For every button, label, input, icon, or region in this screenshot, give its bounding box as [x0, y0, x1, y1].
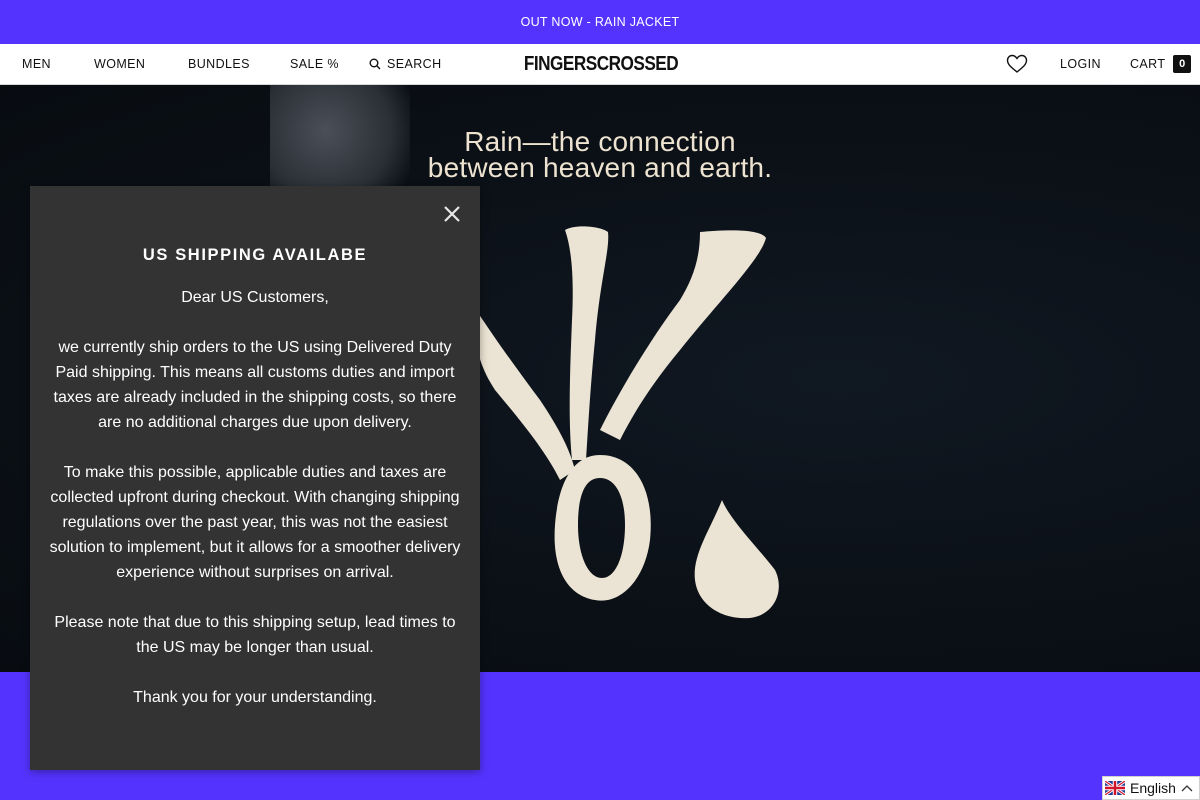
main-navigation: MEN WOMEN BUNDLES SALE % SEARCH FINGERSC… [0, 44, 1200, 85]
cart-button[interactable]: CART 0 [1130, 44, 1192, 84]
rain-glyph-artwork [470, 226, 779, 619]
nav-women[interactable]: WOMEN [94, 44, 145, 84]
nav-sale[interactable]: SALE % [290, 44, 339, 84]
heart-icon[interactable] [1006, 54, 1028, 74]
cart-count-badge: 0 [1173, 55, 1192, 73]
language-selector[interactable]: English [1102, 776, 1200, 800]
modal-title: US SHIPPING AVAILABE [142, 246, 368, 264]
announcement-text[interactable]: OUT NOW - RAIN JACKET [521, 15, 680, 29]
brand-logo[interactable]: FINGERSCROSSED [524, 44, 679, 84]
modal-paragraph-3: Please note that due to this shipping se… [54, 614, 456, 656]
search-label: SEARCH [387, 57, 442, 71]
search-button[interactable]: SEARCH [369, 44, 442, 84]
close-icon[interactable] [442, 204, 462, 224]
shipping-info-modal: US SHIPPING AVAILABE Dear US Customers, … [30, 186, 480, 770]
nav-bundles[interactable]: BUNDLES [188, 44, 250, 84]
cart-label: CART [1130, 57, 1166, 71]
hero-headline: Rain—the connection between heaven and e… [380, 128, 820, 183]
modal-paragraph-1: we currently ship orders to the US using… [53, 339, 457, 431]
nav-men[interactable]: MEN [22, 44, 51, 84]
modal-paragraph-2: To make this possible, applicable duties… [49, 464, 461, 581]
hero-headline-line2: between heaven and earth. [427, 152, 773, 183]
search-icon [369, 58, 381, 70]
uk-flag-icon [1105, 781, 1125, 795]
modal-closing: Thank you for your understanding. [133, 689, 377, 706]
modal-greeting: Dear US Customers, [181, 289, 329, 306]
login-link[interactable]: LOGIN [1060, 44, 1101, 84]
announcement-bar[interactable]: OUT NOW - RAIN JACKET [0, 0, 1200, 44]
chevron-up-icon [1181, 785, 1193, 792]
language-label: English [1130, 780, 1176, 796]
